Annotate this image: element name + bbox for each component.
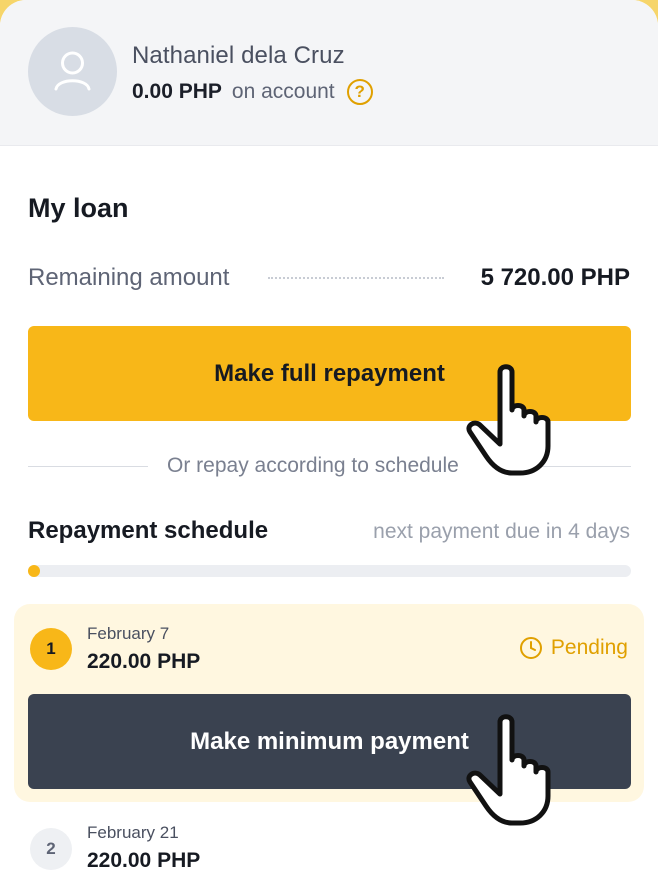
schedule-progress-fill — [28, 565, 41, 577]
status-text: Pending — [550, 636, 628, 659]
payment-amount: 220.00 PHP — [87, 650, 201, 673]
section-title-my-loan: My loan — [28, 193, 129, 223]
balance-amount: 0.00 PHP — [132, 80, 222, 103]
payment-date: February 21 — [87, 823, 179, 842]
user-avatar-icon — [28, 27, 117, 116]
dotted-leader — [268, 277, 444, 279]
user-name: Nathaniel dela Cruz — [132, 42, 345, 69]
pointer-hand-icon — [466, 364, 551, 476]
next-payment-note: next payment due in 4 days — [373, 520, 630, 543]
profile-header: Nathaniel dela Cruz 0.00 PHP on account … — [0, 0, 658, 146]
or-repay-text: Or repay according to schedule — [167, 454, 459, 477]
pointer-hand-icon — [466, 714, 551, 826]
repayment-schedule-title: Repayment schedule — [28, 517, 269, 544]
schedule-progress-bar — [28, 565, 631, 577]
account-balance: 0.00 PHP on account ? — [132, 78, 373, 106]
status-badge: Pending — [519, 636, 628, 660]
payment-date: February 7 — [87, 624, 170, 643]
payment-number-badge: 2 — [30, 828, 72, 870]
app-screen: Nathaniel dela Cruz 0.00 PHP on account … — [0, 0, 658, 888]
remaining-amount-value: 5 720.00 PHP — [480, 264, 630, 291]
divider-left — [28, 466, 148, 467]
payment-amount: 220.00 PHP — [87, 849, 201, 872]
payment-number-badge: 1 — [30, 628, 72, 670]
remaining-amount-label: Remaining amount — [28, 264, 230, 291]
balance-suffix: on account — [231, 80, 335, 103]
clock-icon — [519, 637, 542, 659]
help-icon[interactable]: ? — [346, 79, 373, 105]
